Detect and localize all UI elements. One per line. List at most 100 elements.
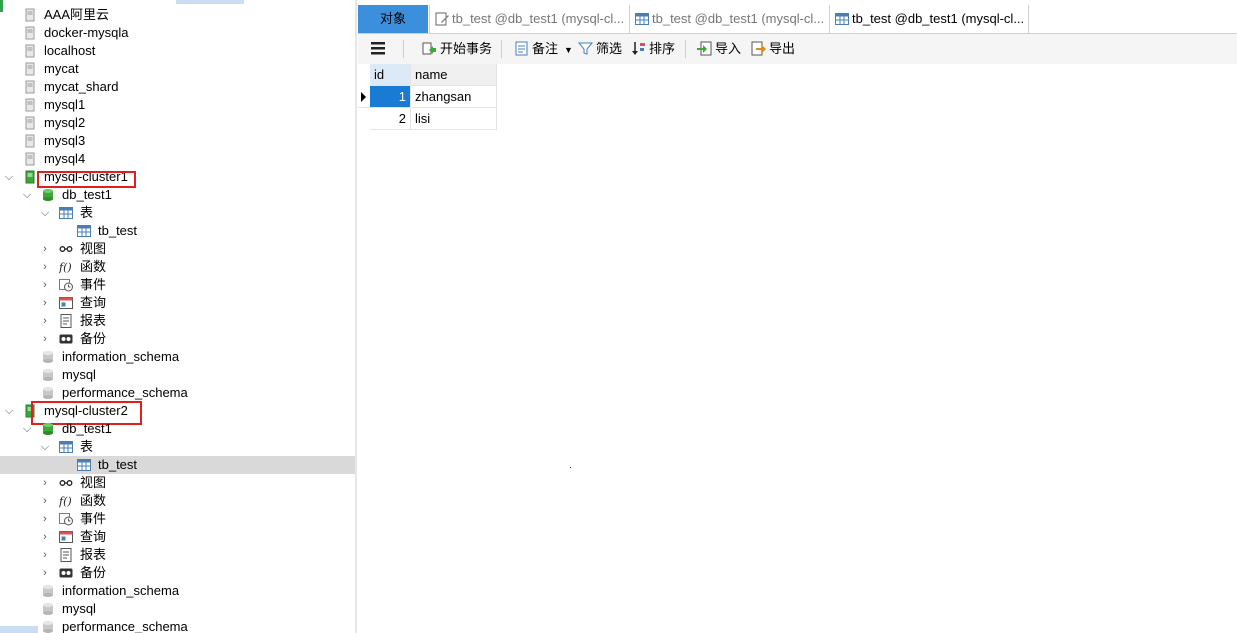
server-icon (23, 62, 37, 76)
chevron-down-icon[interactable]: ⌵ (39, 204, 51, 222)
chevron-right-icon[interactable]: › (39, 546, 51, 564)
tab-table-1[interactable]: tb_test @db_test1 (mysql-cl... (629, 5, 829, 33)
database-information-schema[interactable]: information_schema (0, 348, 355, 366)
chevron-down-icon[interactable]: ⌵ (3, 168, 15, 186)
database-mysql[interactable]: mysql (0, 600, 355, 618)
connection-label: AAA阿里云 (44, 7, 110, 22)
connection-mysql2[interactable]: mysql2 (0, 114, 355, 132)
server-icon (23, 80, 37, 94)
dropdown-caret-icon[interactable]: ▼ (564, 45, 573, 55)
chevron-right-icon[interactable]: › (39, 330, 51, 348)
events-label: 事件 (80, 511, 107, 526)
export-icon (751, 41, 766, 56)
queries-node[interactable]: › 查询 (0, 528, 355, 546)
chevron-right-icon[interactable]: › (39, 312, 51, 330)
backups-node[interactable]: › 备份 (0, 330, 355, 348)
connection-mysql3[interactable]: mysql3 (0, 132, 355, 150)
table-cell-selected[interactable]: 1 (370, 86, 411, 108)
chevron-right-icon[interactable]: › (39, 294, 51, 312)
connection-localhost[interactable]: localhost (0, 42, 355, 60)
function-icon (59, 260, 73, 274)
tables-node[interactable]: ⌵ 表 (0, 204, 355, 222)
tab-objects[interactable]: 对象 (358, 5, 428, 33)
connection-label: mysql2 (44, 115, 86, 130)
filter-button[interactable]: 筛选 (578, 40, 622, 58)
server-icon (23, 152, 37, 166)
functions-node[interactable]: › 函数 (0, 492, 355, 510)
chevron-right-icon[interactable]: › (39, 528, 51, 546)
backups-node[interactable]: › 备份 (0, 564, 355, 582)
memo-button[interactable]: 备注 ▼ (514, 40, 573, 58)
chevron-right-icon[interactable]: › (39, 240, 51, 258)
column-header-label: id (374, 67, 385, 82)
column-header-name[interactable]: name (411, 64, 497, 86)
tab-table-2-active[interactable]: tb_test @db_test1 (mysql-cl... (829, 5, 1029, 33)
view-icon (59, 476, 73, 490)
views-node[interactable]: › 视图 (0, 474, 355, 492)
transaction-icon (422, 42, 436, 55)
chevron-right-icon[interactable]: › (39, 276, 51, 294)
database-performance-schema[interactable]: performance_schema (0, 384, 355, 402)
database-information-schema[interactable]: information_schema (0, 582, 355, 600)
views-node[interactable]: › 视图 (0, 240, 355, 258)
event-icon (59, 278, 73, 292)
import-button[interactable]: 导入 (697, 40, 741, 58)
table-cell[interactable]: lisi (411, 108, 497, 130)
export-button[interactable]: 导出 (751, 40, 795, 58)
table-label: tb_test (98, 223, 138, 238)
tab-label: tb_test @db_test1 (mysql-cl... (652, 11, 825, 26)
sort-label: 排序 (649, 41, 676, 56)
server-icon (23, 98, 37, 112)
reports-node[interactable]: › 报表 (0, 546, 355, 564)
events-node[interactable]: › 事件 (0, 276, 355, 294)
connection-docker-mysqla[interactable]: docker-mysqla (0, 24, 355, 42)
tables-node[interactable]: ⌵ 表 (0, 438, 355, 456)
chevron-down-icon[interactable]: ⌵ (3, 402, 15, 420)
chevron-down-icon[interactable]: ⌵ (21, 186, 33, 204)
chevron-right-icon[interactable]: › (39, 492, 51, 510)
menu-button[interactable] (370, 40, 386, 58)
queries-node[interactable]: › 查询 (0, 294, 355, 312)
connection-mycat-shard[interactable]: mycat_shard (0, 78, 355, 96)
tab-query-editor[interactable]: tb_test @db_test1 (mysql-cl... (429, 5, 629, 33)
chevron-down-icon[interactable]: ⌵ (21, 420, 33, 438)
column-header-id[interactable]: id (370, 64, 411, 86)
sort-button[interactable]: 排序 (631, 40, 675, 58)
pane-splitter[interactable] (355, 0, 357, 633)
database-label: mysql (62, 367, 96, 382)
server-icon (23, 8, 37, 22)
table-cell[interactable]: 2 (370, 108, 411, 130)
connection-aaa[interactable]: AAA阿里云 (0, 6, 355, 24)
table-tb-test[interactable]: tb_test (0, 222, 355, 240)
connection-mysql4[interactable]: mysql4 (0, 150, 355, 168)
database-icon (41, 584, 55, 598)
functions-node[interactable]: › 函数 (0, 258, 355, 276)
server-icon (23, 134, 37, 148)
database-label: performance_schema (62, 619, 188, 633)
database-db-test1[interactable]: ⌵ db_test1 (0, 186, 355, 204)
database-label: information_schema (62, 583, 180, 598)
chevron-right-icon[interactable]: › (39, 510, 51, 528)
horizontal-scrollbar[interactable] (0, 626, 38, 633)
connection-label: mysql3 (44, 133, 86, 148)
table-icon (77, 458, 91, 472)
begin-transaction-button[interactable]: 开始事务 (422, 40, 492, 58)
database-label: information_schema (62, 349, 180, 364)
chevron-right-icon[interactable]: › (39, 564, 51, 582)
function-icon (59, 494, 73, 508)
connection-mysql1[interactable]: mysql1 (0, 96, 355, 114)
chevron-right-icon[interactable]: › (39, 474, 51, 492)
table-tb-test-selected[interactable]: tb_test (0, 456, 355, 474)
chevron-down-icon[interactable]: ⌵ (39, 438, 51, 456)
views-label: 视图 (80, 241, 107, 256)
events-node[interactable]: › 事件 (0, 510, 355, 528)
database-performance-schema[interactable]: performance_schema (0, 618, 355, 633)
tab-label: 对象 (379, 11, 406, 26)
connection-label: mycat (44, 61, 79, 76)
database-db-test1[interactable]: ⌵ db_test1 (0, 420, 355, 438)
reports-node[interactable]: › 报表 (0, 312, 355, 330)
database-mysql[interactable]: mysql (0, 366, 355, 384)
table-cell[interactable]: zhangsan (411, 86, 497, 108)
chevron-right-icon[interactable]: › (39, 258, 51, 276)
connection-mycat[interactable]: mycat (0, 60, 355, 78)
